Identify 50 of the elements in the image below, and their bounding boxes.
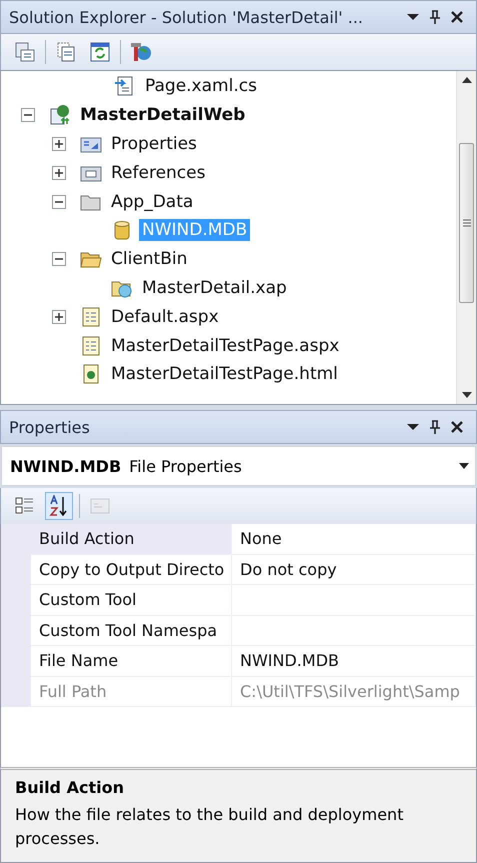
hammer-globe-icon <box>130 41 152 63</box>
pin-icon <box>429 10 441 24</box>
dropdown-arrow-icon <box>407 423 419 431</box>
tree-item[interactable]: MasterDetailTestPage.html <box>108 363 341 386</box>
scroll-down-icon[interactable] <box>462 392 472 398</box>
tree-item[interactable]: ClientBin <box>108 248 190 270</box>
panel-title: Solution Explorer - Solution 'MasterDetail' ... <box>9 8 364 26</box>
property-name[interactable]: File Name <box>31 646 232 676</box>
scroll-thumb[interactable] <box>459 142 474 302</box>
alphabetical-button[interactable] <box>45 492 73 520</box>
tree-item[interactable]: Page.xaml.cs <box>142 75 260 98</box>
description-title: Build Action <box>15 778 125 797</box>
dropdown-arrow-icon <box>407 13 419 21</box>
tree-item[interactable]: MasterDetail.xap <box>139 276 290 299</box>
tree-item[interactable]: References <box>108 162 208 184</box>
page-icon <box>80 306 102 328</box>
categorized-icon <box>15 496 35 516</box>
tree-item[interactable]: Default.aspx <box>108 306 222 328</box>
property-name[interactable]: Build Action <box>31 524 232 554</box>
tree-item[interactable]: MasterDetailTestPage.aspx <box>108 334 342 357</box>
expand-toggle[interactable] <box>52 136 66 151</box>
property-name[interactable]: Custom Tool Namespa <box>31 616 232 646</box>
expand-toggle[interactable] <box>52 166 66 180</box>
scroll-up-icon[interactable] <box>462 77 472 83</box>
globe-project-icon <box>49 104 71 126</box>
object-selector[interactable]: NWIND.MDB File Properties <box>1 446 476 486</box>
property-name[interactable]: Custom Tool <box>31 585 232 616</box>
property-pages-icon <box>90 497 110 515</box>
pin-icon <box>429 420 441 434</box>
expand-toggle[interactable] <box>52 310 66 324</box>
description-text: How the file relates to the build and deployment processes. <box>15 804 404 850</box>
close-icon <box>450 420 464 434</box>
collapse-toggle[interactable] <box>21 108 35 122</box>
page-icon <box>80 334 102 357</box>
documents-icon <box>56 42 76 62</box>
collapse-toggle[interactable] <box>52 194 66 209</box>
close-icon <box>450 10 464 24</box>
tree-item[interactable]: App_Data <box>108 190 196 213</box>
property-value[interactable]: None <box>232 524 476 554</box>
refresh-icon <box>90 42 110 62</box>
tree-item[interactable]: MasterDetailWeb <box>77 104 248 126</box>
sort-alphabetical-icon <box>49 495 69 517</box>
property-value[interactable]: NWIND.MDB <box>232 646 476 676</box>
dropdown-arrow-icon <box>459 463 469 469</box>
property-value[interactable]: Do not copy <box>232 554 476 585</box>
properties-icon <box>15 42 35 62</box>
tree-item[interactable]: Properties <box>108 132 200 155</box>
collapse-toggle[interactable] <box>52 252 66 266</box>
property-name[interactable]: Copy to Output Directo <box>31 554 232 585</box>
panel-title: Properties <box>9 418 91 436</box>
